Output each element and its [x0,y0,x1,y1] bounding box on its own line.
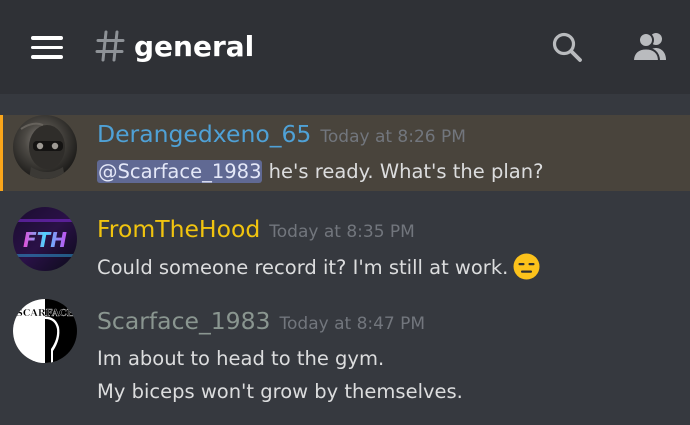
message-text-line: Im about to head to the gym. [97,347,385,370]
members-icon[interactable] [630,30,668,62]
author-name[interactable]: Derangedxeno_65 [97,120,311,148]
message-item: SCARFACE Scarface_1983 Today at 8:47 PM I… [0,283,690,425]
expressionless-face-emoji [513,253,540,280]
message-item: FTH FromTheHood Today at 8:35 PM Could so… [0,191,690,283]
message-text: he's ready. What's the plan? [262,160,544,183]
avatar[interactable]: FTH [13,207,77,271]
mention-indicator-bar [0,115,3,191]
user-mention[interactable]: @Scarface_1983 [97,160,263,183]
channel-header: general [0,0,690,94]
avatar[interactable] [13,115,77,179]
message-timestamp: Today at 8:35 PM [269,222,415,242]
message-author[interactable]: Derangedxeno_65 Today at 8:26 PM [97,119,466,152]
message-author[interactable]: FromTheHood Today at 8:35 PM [97,214,415,247]
channel-name: general [134,30,255,63]
author-name[interactable]: FromTheHood [97,215,260,243]
message-item: Derangedxeno_65 Today at 8:26 PM @Scarfac… [0,115,690,191]
message-timestamp: Today at 8:26 PM [320,127,466,147]
search-icon[interactable] [551,31,583,63]
message-author[interactable]: Scarface_1983 Today at 8:47 PM [97,306,425,339]
svg-text:FTH: FTH [23,228,67,252]
message-timestamp: Today at 8:47 PM [279,314,426,334]
hamburger-menu-icon[interactable] [31,36,63,59]
avatar-logo-text: SCARFACE [16,308,74,319]
author-name[interactable]: Scarface_1983 [97,307,271,335]
avatar[interactable]: SCARFACE [13,299,77,363]
message-text-line: My biceps won't grow by themselves. [97,380,463,403]
message-content: @Scarface_1983 he's ready. What's the pl… [97,158,543,186]
hash-icon [95,30,125,62]
message-text: Could someone record it? I'm still at wo… [97,256,509,279]
message-content: Could someone record it? I'm still at wo… [97,253,540,282]
